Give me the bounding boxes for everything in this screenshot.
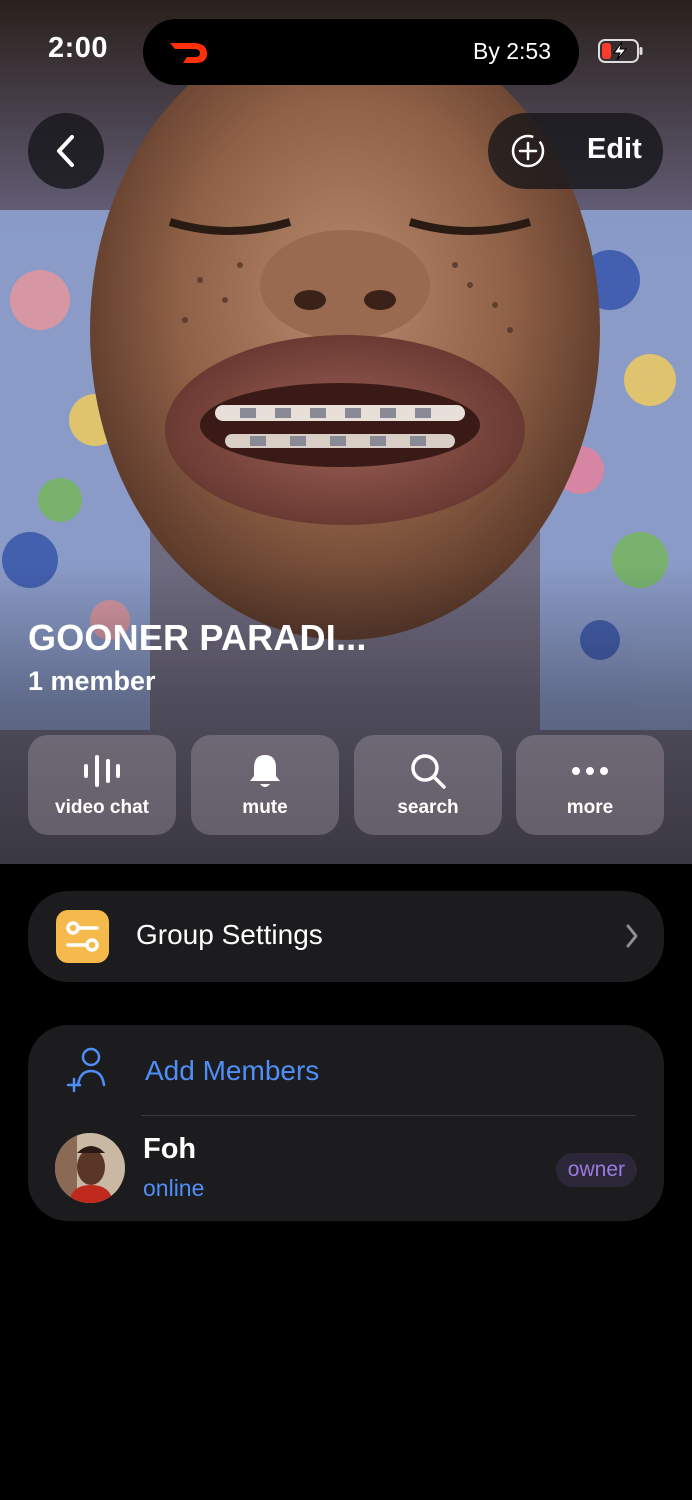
divider: [141, 1115, 636, 1116]
status-time: 2:00: [48, 32, 109, 64]
edit-label: Edit: [587, 133, 642, 165]
more-label: more: [566, 797, 614, 818]
video-chat-label: video chat: [55, 797, 149, 818]
group-title: GOONER PARADI...: [28, 617, 367, 658]
search-icon: [411, 754, 446, 789]
doordash-logo-icon: [170, 43, 207, 63]
back-button[interactable]: [28, 113, 104, 189]
add-person-icon[interactable]: [66, 1047, 112, 1093]
add-members-button[interactable]: Add Members: [145, 1055, 319, 1087]
member-status: online: [143, 1175, 205, 1201]
more-button[interactable]: more: [516, 735, 664, 835]
battery-charging-low-icon: [598, 39, 643, 63]
owner-badge: owner: [555, 1153, 637, 1187]
mute-label: mute: [242, 797, 288, 818]
group-settings-label: Group Settings: [136, 919, 323, 950]
delivery-eta: By 2:53: [473, 38, 551, 64]
audio-bars-icon: [84, 755, 120, 787]
avatar[interactable]: [55, 1133, 125, 1203]
chevron-left-icon: [57, 135, 74, 167]
dynamic-island-live-activity[interactable]: By 2:53: [143, 19, 579, 85]
add-circle-icon[interactable]: [510, 133, 546, 169]
search-label: search: [397, 797, 459, 818]
member-count: 1 member: [28, 666, 156, 696]
member-name: Foh: [143, 1133, 197, 1165]
chevron-right-icon: [626, 924, 638, 948]
more-dots-icon: [572, 767, 608, 775]
toggles-icon: [56, 910, 109, 963]
action-bar: video chat mute search more: [28, 735, 664, 835]
mute-button[interactable]: mute: [191, 735, 339, 835]
group-settings-row[interactable]: Group Settings: [28, 891, 664, 982]
edit-button[interactable]: Edit: [488, 113, 663, 189]
members-card: Add Members Foh online owner: [28, 1025, 664, 1221]
search-button[interactable]: search: [354, 735, 502, 835]
video-chat-button[interactable]: video chat: [28, 735, 176, 835]
bell-icon: [250, 755, 280, 787]
